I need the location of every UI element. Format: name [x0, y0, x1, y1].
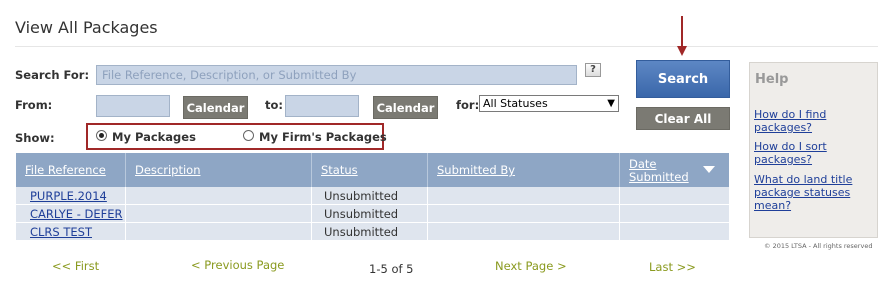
copyright-text: © 2015 LTSA - All rights reserved: [764, 242, 873, 250]
first-page-link[interactable]: << First: [52, 259, 99, 273]
clear-all-button[interactable]: Clear All: [636, 107, 730, 130]
help-question-icon[interactable]: ?: [585, 63, 601, 77]
from-label: From:: [15, 98, 53, 112]
title-divider: [15, 46, 878, 47]
col-file-reference[interactable]: File Reference: [16, 153, 106, 187]
previous-page-link[interactable]: < Previous Page: [191, 258, 284, 272]
table-header: File Reference Description Status Submit…: [16, 153, 729, 187]
search-label: Search For:: [15, 68, 90, 82]
table-row: PURPLE.2014 Unsubmitted: [16, 187, 729, 205]
to-calendar-button[interactable]: Calendar: [373, 96, 438, 119]
to-date-input[interactable]: [285, 95, 359, 117]
from-calendar-button[interactable]: Calendar: [183, 96, 248, 119]
for-label: for:: [456, 98, 480, 112]
help-panel: Help How do I find packages? How do I so…: [749, 62, 878, 238]
status-cell: Unsubmitted: [324, 189, 399, 203]
firm-packages-label[interactable]: My Firm's Packages: [259, 130, 387, 144]
file-reference-link[interactable]: CLRS TEST: [30, 225, 92, 239]
table-row: CARLYE - DEFER Unsubmitted: [16, 205, 729, 223]
page-count: 1-5 of 5: [369, 262, 414, 276]
my-packages-label[interactable]: My Packages: [112, 130, 196, 144]
status-cell: Unsubmitted: [324, 207, 399, 221]
page-title: View All Packages: [15, 18, 158, 37]
col-submitted-by[interactable]: Submitted By: [428, 153, 515, 187]
help-title: Help: [755, 72, 789, 87]
chevron-down-icon: ▼: [607, 98, 615, 109]
status-select-value: All Statuses: [483, 97, 548, 110]
col-date-submitted-line2[interactable]: Submitted: [620, 153, 689, 187]
status-select[interactable]: All Statuses ▼: [479, 95, 619, 112]
file-reference-link[interactable]: PURPLE.2014: [30, 189, 107, 203]
sort-desc-icon[interactable]: [703, 166, 715, 173]
search-input[interactable]: [96, 65, 577, 85]
last-page-link[interactable]: Last >>: [649, 260, 696, 274]
col-status[interactable]: Status: [312, 153, 358, 187]
from-date-input[interactable]: [96, 95, 170, 117]
my-packages-radio[interactable]: [96, 130, 107, 141]
to-label: to:: [265, 98, 283, 112]
show-label: Show:: [15, 131, 55, 145]
next-page-link[interactable]: Next Page >: [495, 259, 567, 273]
search-button[interactable]: Search: [636, 60, 730, 98]
table-row: CLRS TEST Unsubmitted: [16, 223, 729, 241]
col-description[interactable]: Description: [126, 153, 201, 187]
help-link-statuses[interactable]: What do land title package statuses mean…: [754, 173, 870, 212]
firm-packages-radio[interactable]: [243, 130, 254, 141]
annotation-arrow-icon: [677, 16, 687, 56]
help-link-sort[interactable]: How do I sort packages?: [754, 140, 870, 166]
help-link-find[interactable]: How do I find packages?: [754, 108, 870, 134]
status-cell: Unsubmitted: [324, 225, 399, 239]
file-reference-link[interactable]: CARLYE - DEFER: [30, 207, 123, 221]
